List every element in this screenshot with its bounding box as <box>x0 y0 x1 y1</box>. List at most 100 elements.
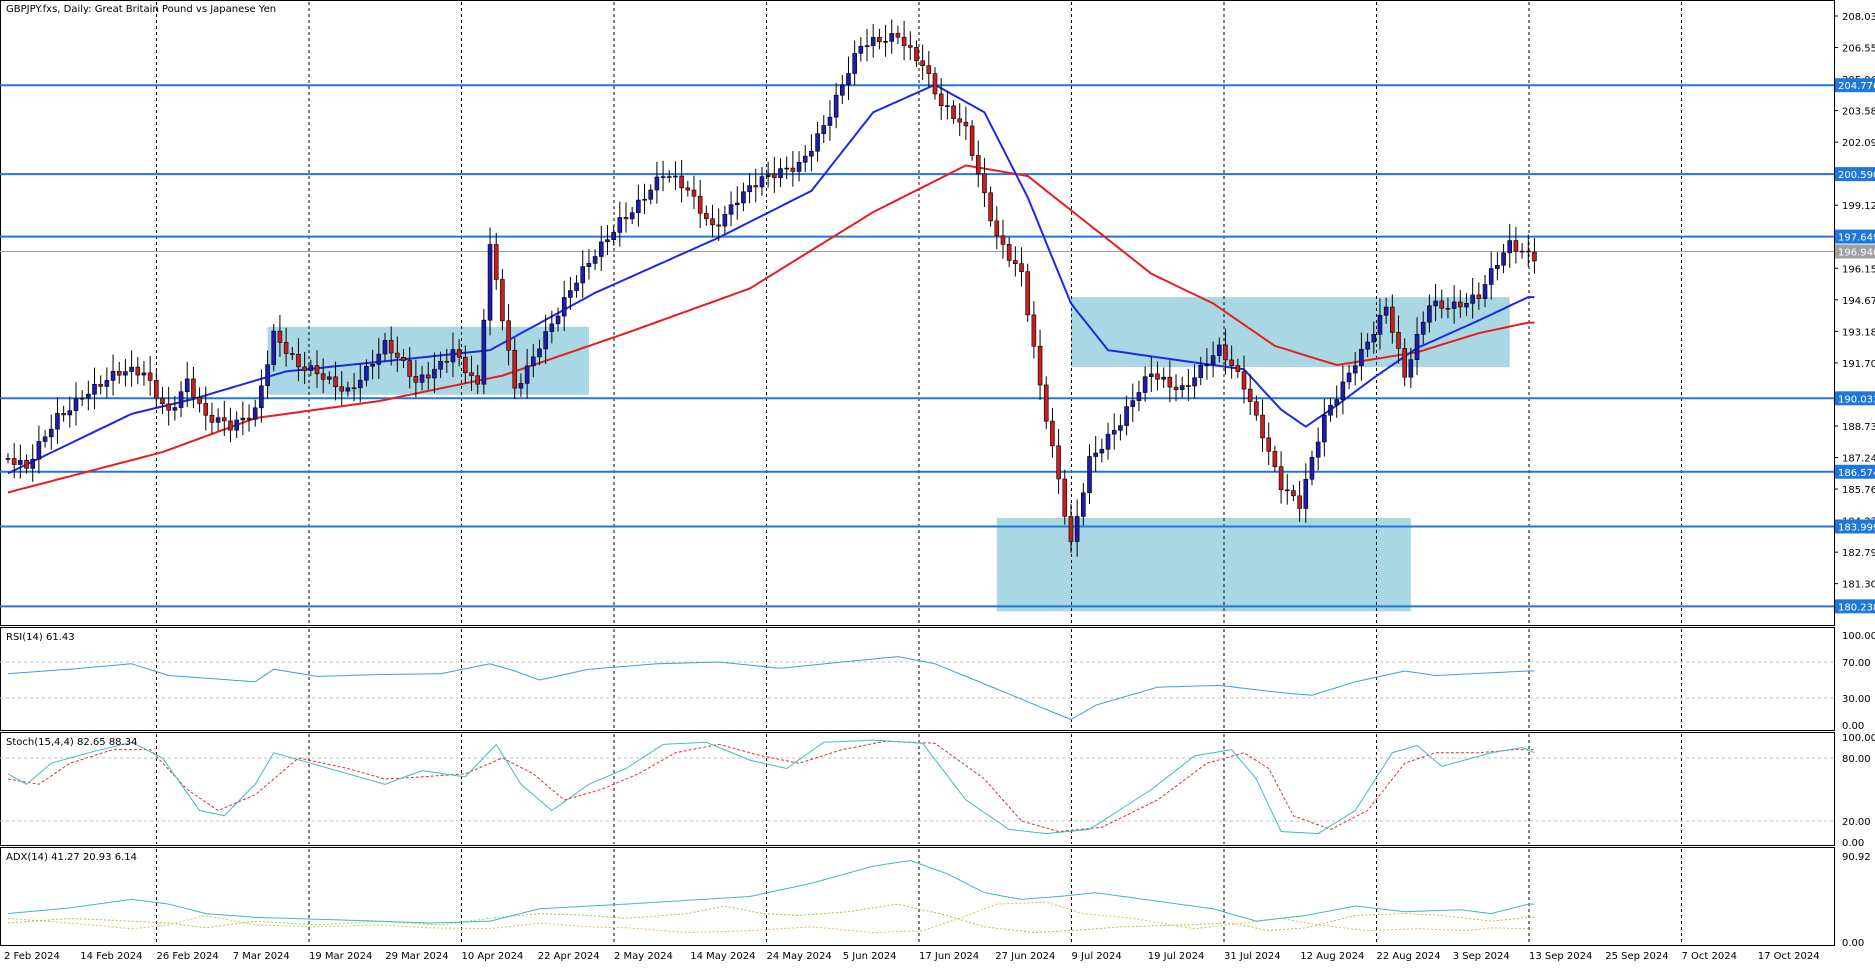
candle-bullish <box>432 368 437 379</box>
candle-bullish <box>36 441 42 460</box>
candle-bullish <box>1130 400 1136 407</box>
candle-bullish <box>265 364 270 387</box>
candle-bullish <box>123 371 128 376</box>
x-tick-label: 2 Feb 2024 <box>4 951 60 962</box>
x-tick-label: 17 Oct 2024 <box>1758 951 1820 962</box>
candle-bullish <box>1408 359 1414 378</box>
candle-bullish <box>1482 284 1488 299</box>
candle-bullish <box>48 428 54 438</box>
candle-bearish <box>1167 376 1173 388</box>
y-tick-label: 199.125 <box>1842 201 1875 212</box>
candle-bullish <box>568 290 573 298</box>
candle-bullish <box>1074 516 1080 542</box>
stoch-panel-frame <box>0 732 1835 846</box>
candle-bullish <box>1340 381 1346 400</box>
candle-bullish <box>1433 300 1438 307</box>
candle-bearish <box>283 342 289 354</box>
candle-bullish <box>1383 306 1389 316</box>
candle-bearish <box>320 373 326 380</box>
indicator-tick-label: 80.00 <box>1842 754 1871 765</box>
candle-bearish <box>493 244 499 280</box>
candle-bullish <box>1377 314 1383 335</box>
candle-bullish <box>141 372 147 376</box>
y-tick-label: 196.155 <box>1842 264 1875 275</box>
candle-bullish <box>580 266 586 284</box>
indicator-tick-label: 20.00 <box>1842 817 1871 828</box>
candle-bullish <box>30 458 36 469</box>
candle-bullish <box>1198 364 1204 379</box>
candle-bearish <box>506 320 511 351</box>
candle-bullish <box>79 397 85 400</box>
candle-bullish <box>1216 344 1222 356</box>
x-tick-label: 27 Jun 2024 <box>995 951 1055 962</box>
candle-bearish <box>1297 495 1302 509</box>
candle-bullish <box>815 133 820 152</box>
candle-bearish <box>1241 371 1247 390</box>
candle-bearish <box>1458 301 1463 308</box>
candle-bullish <box>574 282 579 291</box>
level-price-label: 204.776 <box>1838 81 1875 92</box>
chart-canvas[interactable]: 2 Feb 2024 14 Feb 2024 26 Feb 2024 7 Mar 20… <box>0 0 1875 964</box>
candle-bearish <box>500 279 505 322</box>
candle-bullish <box>1519 250 1525 253</box>
candle-bullish <box>487 244 493 321</box>
x-tick-label: 26 Feb 2024 <box>157 951 219 962</box>
candle-bearish <box>1037 345 1043 386</box>
candle-bearish <box>413 376 419 383</box>
candle-bullish <box>518 383 524 389</box>
y-tick-label: 185.760 <box>1842 485 1875 496</box>
candle-bullish <box>839 84 845 96</box>
candle-bullish <box>1081 492 1086 517</box>
candle-bullish <box>1161 376 1166 380</box>
candle-bearish <box>1291 490 1296 497</box>
candle-bullish <box>1136 392 1142 401</box>
candle-bearish <box>982 173 987 194</box>
level-price-label: 183.999 <box>1838 522 1875 533</box>
candle-bearish <box>11 458 17 465</box>
candle-bearish <box>895 33 901 38</box>
candle-bullish <box>852 53 857 74</box>
candle-bullish <box>345 387 351 392</box>
candle-bearish <box>907 45 913 48</box>
candle-bearish <box>1050 420 1055 447</box>
candle-bearish <box>1006 244 1012 261</box>
candle-bullish <box>327 376 332 380</box>
candle-bullish <box>586 263 592 267</box>
candle-bullish <box>1501 252 1506 266</box>
candle-bearish <box>203 403 209 416</box>
candle-bullish <box>1315 441 1321 458</box>
main-panel-frame <box>0 0 1835 626</box>
candle-bearish <box>914 47 919 62</box>
candle-bullish <box>605 239 610 243</box>
candle-bearish <box>98 383 103 387</box>
candle-bearish <box>475 375 480 385</box>
candle-bearish <box>969 125 975 156</box>
candle-bullish <box>364 365 369 381</box>
x-tick-label: 7 Mar 2024 <box>233 951 290 962</box>
candle-bullish <box>271 330 277 365</box>
candle-bullish <box>1111 430 1117 435</box>
candle-bearish <box>246 417 252 420</box>
candle-bearish <box>772 173 777 178</box>
candle-bearish <box>209 414 215 423</box>
candle-bullish <box>549 323 555 332</box>
candle-bearish <box>512 349 518 389</box>
candle-bullish <box>833 94 839 118</box>
candle-bearish <box>951 105 956 120</box>
candle-bearish <box>1532 251 1537 262</box>
candle-bearish <box>963 121 969 127</box>
candle-bearish <box>1019 263 1024 272</box>
candle-bearish <box>1068 516 1074 542</box>
candle-bullish <box>1427 305 1432 323</box>
candle-bullish <box>809 150 814 157</box>
candle-bullish <box>1346 372 1352 383</box>
candle-bearish <box>945 105 950 107</box>
candle-bullish <box>104 380 110 387</box>
candle-bearish <box>1439 300 1445 309</box>
candle-bearish <box>1284 489 1290 492</box>
candle-bullish <box>846 73 851 86</box>
candle-bullish <box>889 33 895 42</box>
y-tick-label: 182.790 <box>1842 548 1875 559</box>
level-price-label: 190.033 <box>1838 394 1875 405</box>
candle-bullish <box>1118 425 1123 431</box>
